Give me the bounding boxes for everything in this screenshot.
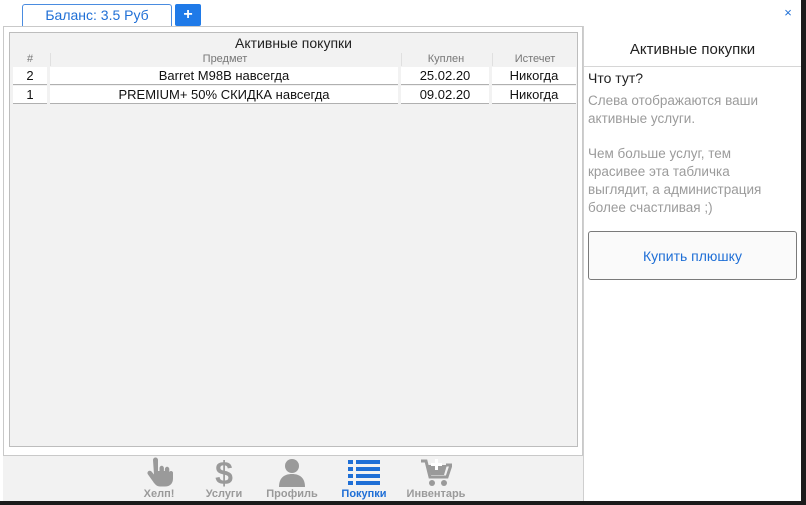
tab-balance[interactable]: Баланс: 3.5 Руб [22, 4, 172, 26]
cell-expires: Никогда [492, 86, 576, 104]
cell-purchased: 25.02.20 [401, 67, 489, 85]
close-icon[interactable]: × [781, 6, 795, 20]
svg-text:$: $ [215, 457, 233, 488]
nav-inventory[interactable]: Инвентарь [400, 456, 472, 501]
main-panel: Активные покупки # Предмет Куплен Истече… [3, 26, 583, 456]
info-text-primary: Слева отображаются ваши активные услуги. [588, 93, 759, 126]
nav-profile[interactable]: Профиль [257, 456, 327, 501]
nav-label: Хелп! [143, 488, 175, 500]
dollar-icon: $ [215, 457, 233, 488]
purchases-table: Активные покупки # Предмет Куплен Истече… [9, 32, 578, 447]
table-row[interactable]: 2 Barret M98B навсегда 25.02.20 Никогда [10, 67, 577, 85]
cell-purchased: 09.02.20 [401, 86, 489, 104]
add-funds-button[interactable]: + [175, 4, 201, 26]
cell-number: 1 [13, 86, 47, 104]
nav-label: Покупки [341, 488, 387, 500]
nav-label: Профиль [266, 488, 318, 500]
nav-label: Услуги [205, 488, 243, 500]
cell-item: Barret M98B навсегда [50, 67, 398, 85]
cell-number: 2 [13, 67, 47, 85]
purchases-window: Баланс: 3.5 Руб + × Активные покупки # П… [0, 0, 801, 501]
buy-button[interactable]: Купить плюшку [588, 231, 797, 280]
list-icon [348, 460, 380, 485]
info-panel: Активные покупки Что тут? Слева отобража… [584, 26, 801, 501]
table-title: Активные покупки [235, 35, 352, 51]
table-row[interactable]: 1 PREMIUM+ 50% СКИДКА навсегда 09.02.20 … [10, 86, 577, 104]
nav-label: Инвентарь [406, 488, 466, 500]
cell-item: PREMIUM+ 50% СКИДКА навсегда [50, 86, 398, 104]
tab-strip: Баланс: 3.5 Руб + × [0, 0, 801, 26]
col-header-purchased: Куплен [401, 53, 490, 66]
info-text-secondary: Чем больше услуг, тем красивее эта табли… [588, 146, 762, 215]
cell-expires: Никогда [492, 67, 576, 85]
user-icon [279, 459, 305, 487]
nav-services[interactable]: $ Услуги [194, 456, 254, 501]
info-heading: Что тут? [588, 70, 644, 86]
col-header-item: Предмет [50, 53, 399, 66]
cart-plus-icon [421, 459, 452, 486]
hand-pointer-icon [147, 457, 173, 487]
nav-purchases[interactable]: Покупки [331, 456, 397, 501]
col-header-number: # [26, 53, 34, 65]
nav-help[interactable]: Хелп! [129, 456, 189, 501]
col-header-expires: Истечет [492, 53, 577, 66]
info-title: Активные покупки [584, 26, 801, 67]
bottom-nav: Хелп! $ Услуги Профиль Покупки Инвентарь [3, 456, 583, 501]
